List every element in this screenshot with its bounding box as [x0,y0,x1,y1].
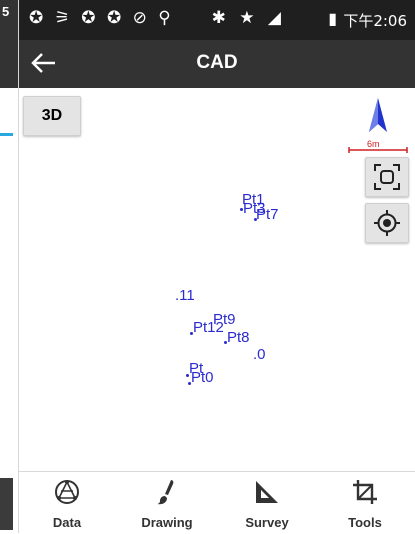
background-status-fragment: 5 [2,4,10,19]
battery-icon: ▮ [328,9,337,28]
app-bar: CAD [19,40,415,88]
point-label: Pt0 [191,369,214,386]
point-label: Pt12 [193,319,224,336]
background-panel-header: 5 [0,0,18,88]
point-label: Pt7 [256,206,279,223]
data-icon [55,480,79,504]
nav-survey[interactable]: Survey [227,472,307,534]
bottom-navigation: Data Drawing Survey Tools [19,471,415,534]
page-title: CAD [196,52,238,73]
locate-button[interactable] [365,203,409,243]
background-panel: 5 [0,0,19,533]
point-label: .11 [175,287,195,304]
point-label: .0 [253,346,266,363]
north-arrow-icon [367,96,389,136]
nav-tools-label: Tools [348,515,382,530]
nav-drawing[interactable]: Drawing [127,472,207,534]
nav-data-label: Data [52,515,82,530]
fit-extent-icon [374,164,400,190]
background-accent [0,133,13,136]
background-block [0,478,13,530]
brush-icon [157,480,174,505]
3d-toggle-button[interactable]: 3D [23,96,81,136]
status-time: 下午2:06 [343,12,407,30]
nav-tools[interactable]: Tools [325,472,405,534]
nav-drawing-label: Drawing [141,515,193,530]
system-icons: ✱ ★ ◢ [211,8,285,28]
point-label: Pt8 [227,329,250,346]
zoom-extent-button[interactable] [365,157,409,197]
crosshair-icon [374,210,400,236]
nav-data[interactable]: Data [27,472,107,534]
crop-icon [353,480,377,504]
triangle-ruler-icon [256,481,278,503]
status-bar: ✪ ⚞ ✪ ✪ ⊘ ⚲ ✱ ★ ◢ ▮ 下午2:06 [19,0,415,40]
nav-survey-label: Survey [245,515,289,530]
notification-icons: ✪ ⚞ ✪ ✪ ⊘ ⚲ [29,8,174,28]
scale-bar [348,140,408,154]
